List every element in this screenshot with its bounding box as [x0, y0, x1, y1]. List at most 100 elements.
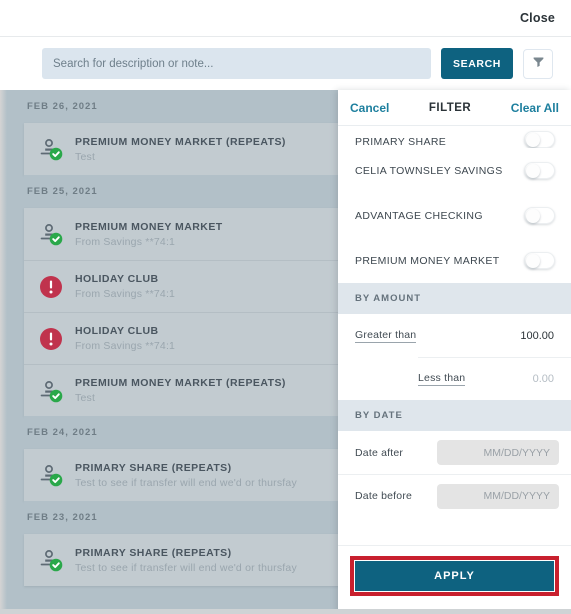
- search-input[interactable]: [42, 48, 432, 79]
- filter-funnel-icon: [532, 55, 545, 73]
- transaction-group: PREMIUM MONEY MARKET From Savings **74:1 H…: [24, 208, 340, 416]
- apply-button-container: APPLY: [338, 545, 571, 614]
- transfer-alert-icon: [38, 327, 64, 356]
- transaction-subtitle: Test to see if transfer will end we'd or…: [75, 476, 297, 489]
- transaction-status-icon: [38, 326, 64, 352]
- filter-panel: Cancel FILTER Clear All PRIMARY SHARE CEL…: [338, 90, 571, 614]
- transfer-success-icon: [38, 224, 64, 251]
- less-than-row[interactable]: Less than 0.00: [418, 357, 571, 400]
- transaction-date-header: FEB 23, 2021: [24, 501, 340, 534]
- transfer-success-icon: [38, 465, 64, 492]
- close-button[interactable]: Close: [510, 7, 571, 29]
- filter-toggle-button[interactable]: [523, 48, 553, 79]
- transaction-subtitle: From Savings **74:1: [75, 340, 176, 352]
- search-toolbar: SEARCH: [0, 36, 571, 90]
- date-after-label: Date after: [355, 446, 404, 459]
- transaction-text: PREMIUM MONEY MARKET (REPEATS) Test: [75, 377, 286, 404]
- filter-cancel-button[interactable]: Cancel: [350, 101, 389, 115]
- account-filter-toggle[interactable]: [524, 207, 555, 224]
- less-than-label: Less than: [418, 372, 466, 386]
- transaction-title: HOLIDAY CLUB: [75, 325, 159, 337]
- transaction-text: PREMIUM MONEY MARKET From Savings **74:1: [75, 221, 223, 248]
- transaction-status-icon: [38, 378, 64, 404]
- apply-button[interactable]: APPLY: [355, 561, 554, 591]
- transfer-success-icon: [38, 139, 64, 166]
- transaction-row[interactable]: PRIMARY SHARE (REPEATS) Test to see if tr…: [24, 449, 340, 501]
- transaction-title: PRIMARY SHARE (REPEATS): [75, 461, 232, 474]
- transaction-row[interactable]: PREMIUM MONEY MARKET From Savings **74:1: [24, 208, 340, 260]
- transactions-scroll-area[interactable]: FEB 26, 2021 PREMIUM MONEY MARKET (REPEAT…: [24, 90, 340, 604]
- by-amount-section-header: BY AMOUNT: [338, 283, 571, 314]
- transaction-subtitle: Test to see if transfer will end we'd or…: [75, 561, 297, 574]
- transaction-date-header: FEB 25, 2021: [24, 175, 340, 208]
- account-filter-label: PREMIUM MONEY MARKET: [355, 254, 500, 267]
- greater-than-value[interactable]: 100.00: [520, 330, 554, 342]
- transaction-row[interactable]: PRIMARY SHARE (REPEATS) Test to see if tr…: [24, 534, 340, 586]
- transaction-date-header: FEB 24, 2021: [24, 416, 340, 449]
- transaction-subtitle: From Savings **74:1: [75, 288, 176, 300]
- toggle-knob: [526, 209, 540, 223]
- window-bottom-edge: [0, 609, 571, 614]
- transaction-row[interactable]: PREMIUM MONEY MARKET (REPEATS) Test: [24, 364, 340, 416]
- transaction-group: PREMIUM MONEY MARKET (REPEATS) Test: [24, 123, 340, 175]
- transaction-text: HOLIDAY CLUB From Savings **74:1: [75, 325, 175, 352]
- transaction-subtitle: From Savings **74:1: [75, 235, 176, 248]
- transaction-status-icon: [38, 274, 64, 300]
- transaction-status-icon: [38, 136, 64, 162]
- transaction-search-screen: Close SEARCH FEB 26, 2021 PREMIUM MONEY M…: [0, 0, 571, 614]
- transaction-status-icon: [38, 221, 64, 247]
- transaction-subtitle: Test: [75, 150, 96, 163]
- transaction-date-header: FEB 26, 2021: [24, 90, 340, 123]
- transaction-row[interactable]: HOLIDAY CLUB From Savings **74:1: [24, 312, 340, 364]
- by-date-section-header: BY DATE: [338, 400, 571, 431]
- account-filter-list[interactable]: PRIMARY SHARE CELIA TOWNSLEY SAVINGS ADVAN…: [338, 126, 571, 283]
- date-before-row: Date before: [338, 474, 571, 517]
- toggle-knob: [526, 254, 540, 268]
- account-filter-row[interactable]: PRIMARY SHARE: [338, 126, 571, 148]
- transaction-text: HOLIDAY CLUB From Savings **74:1: [75, 273, 175, 300]
- transaction-title: PREMIUM MONEY MARKET (REPEATS): [75, 377, 286, 389]
- account-filter-row[interactable]: ADVANTAGE CHECKING: [338, 193, 571, 238]
- transaction-group: PRIMARY SHARE (REPEATS) Test to see if tr…: [24, 449, 340, 501]
- account-filter-label: ADVANTAGE CHECKING: [355, 209, 483, 222]
- transaction-row[interactable]: PREMIUM MONEY MARKET (REPEATS) Test: [24, 123, 340, 175]
- transaction-title: PREMIUM MONEY MARKET (REPEATS): [75, 135, 286, 148]
- toggle-knob: [526, 164, 540, 178]
- transaction-group: PRIMARY SHARE (REPEATS) Test to see if tr…: [24, 534, 340, 586]
- account-filter-toggle[interactable]: [524, 131, 555, 148]
- search-button[interactable]: SEARCH: [441, 48, 513, 79]
- date-after-input[interactable]: [437, 440, 559, 465]
- transaction-title: PREMIUM MONEY MARKET: [75, 220, 223, 233]
- less-than-value[interactable]: 0.00: [533, 373, 554, 385]
- transaction-status-icon: [38, 462, 64, 488]
- filter-panel-header: Cancel FILTER Clear All: [338, 90, 571, 126]
- transaction-text: PRIMARY SHARE (REPEATS) Test to see if tr…: [75, 547, 297, 574]
- transfer-success-icon: [38, 550, 64, 577]
- account-filter-toggle[interactable]: [524, 162, 555, 179]
- transaction-text: PRIMARY SHARE (REPEATS) Test to see if tr…: [75, 462, 297, 489]
- account-filter-row[interactable]: CELIA TOWNSLEY SAVINGS: [338, 148, 571, 193]
- greater-than-row[interactable]: Greater than 100.00: [338, 314, 571, 357]
- transaction-title: PRIMARY SHARE (REPEATS): [75, 546, 232, 559]
- apply-button-highlight: APPLY: [350, 556, 559, 596]
- filter-clear-all-button[interactable]: Clear All: [511, 101, 559, 115]
- filter-panel-body[interactable]: PRIMARY SHARE CELIA TOWNSLEY SAVINGS ADVAN…: [338, 126, 571, 545]
- transaction-row[interactable]: HOLIDAY CLUB From Savings **74:1: [24, 260, 340, 312]
- transaction-title: HOLIDAY CLUB: [75, 273, 159, 285]
- account-filter-label: CELIA TOWNSLEY SAVINGS: [355, 164, 503, 177]
- date-after-row: Date after: [338, 431, 571, 474]
- filter-panel-title: FILTER: [428, 101, 472, 114]
- date-before-label: Date before: [355, 490, 413, 502]
- transaction-status-icon: [38, 547, 64, 573]
- transaction-text: PREMIUM MONEY MARKET (REPEATS) Test: [75, 136, 286, 163]
- transaction-subtitle: Test: [75, 392, 96, 404]
- window-topbar: Close: [0, 0, 571, 36]
- toggle-knob: [526, 133, 540, 147]
- transfer-success-icon: [38, 380, 64, 408]
- transfer-alert-icon: [38, 275, 64, 304]
- account-filter-row[interactable]: PREMIUM MONEY MARKET: [338, 238, 571, 283]
- account-filter-toggle[interactable]: [524, 252, 555, 269]
- greater-than-label: Greater than: [355, 328, 417, 343]
- account-filter-label: PRIMARY SHARE: [355, 136, 447, 148]
- date-before-input[interactable]: [437, 483, 559, 509]
